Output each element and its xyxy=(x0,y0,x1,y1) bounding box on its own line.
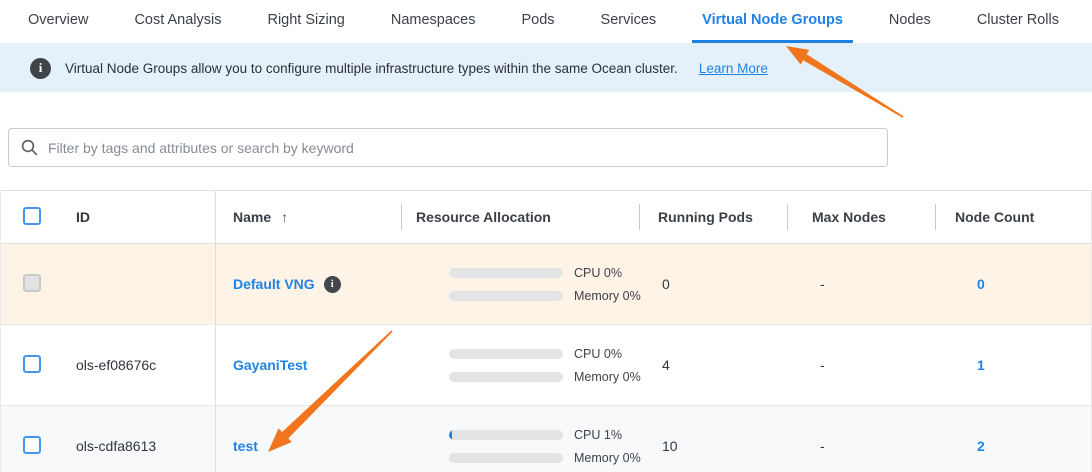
cpu-bar xyxy=(449,349,563,359)
column-header-running-pods[interactable]: Running Pods xyxy=(639,191,787,243)
sort-ascending-icon[interactable]: ↑ xyxy=(281,209,288,225)
max-nodes-value: - xyxy=(820,438,825,454)
tab-pods[interactable]: Pods xyxy=(511,0,564,43)
running-pods-value: 10 xyxy=(662,438,678,454)
column-header-id[interactable]: ID xyxy=(57,191,216,243)
learn-more-link[interactable]: Learn More xyxy=(699,61,768,76)
banner-text: Virtual Node Groups allow you to configu… xyxy=(65,61,678,76)
memory-label: Memory 0% xyxy=(574,451,641,465)
running-pods-value: 4 xyxy=(662,357,670,373)
node-count-link[interactable]: 2 xyxy=(977,438,985,454)
running-pods-value: 0 xyxy=(662,276,670,292)
select-all-checkbox[interactable] xyxy=(23,207,41,225)
search-box[interactable] xyxy=(8,128,888,167)
tab-bar: Overview Cost Analysis Right Sizing Namespa… xyxy=(0,0,1092,44)
row-checkbox xyxy=(23,274,41,292)
cpu-label: CPU 1% xyxy=(574,428,622,442)
table-header-row: ID Name ↑ Resource Allocation Running Po… xyxy=(1,191,1091,244)
column-header-max-nodes[interactable]: Max Nodes xyxy=(787,191,935,243)
table-row: Default VNG i CPU 0% Memory 0% 0 - 0 xyxy=(1,244,1091,325)
search-icon xyxy=(21,139,38,156)
column-header-node-count[interactable]: Node Count xyxy=(935,191,1091,243)
row-id: ols-ef08676c xyxy=(76,357,156,373)
tab-namespaces[interactable]: Namespaces xyxy=(381,0,486,43)
memory-bar xyxy=(449,453,563,463)
cpu-bar xyxy=(449,430,563,440)
column-header-resource-allocation[interactable]: Resource Allocation xyxy=(401,191,639,243)
tab-cost-analysis[interactable]: Cost Analysis xyxy=(124,0,231,43)
vng-table: ID Name ↑ Resource Allocation Running Po… xyxy=(0,190,1092,472)
tab-overview[interactable]: Overview xyxy=(18,0,98,43)
search-area xyxy=(0,92,1092,167)
row-name-link-default-vng[interactable]: Default VNG xyxy=(233,276,315,292)
info-icon: i xyxy=(30,58,51,79)
node-count-link[interactable]: 1 xyxy=(977,357,985,373)
resource-allocation: CPU 0% Memory 0% xyxy=(449,347,641,384)
cpu-label: CPU 0% xyxy=(574,347,622,361)
row-checkbox[interactable] xyxy=(23,355,41,373)
info-banner: i Virtual Node Groups allow you to confi… xyxy=(0,44,1092,92)
row-id: ols-cdfa8613 xyxy=(76,438,156,454)
memory-label: Memory 0% xyxy=(574,289,641,303)
tab-right-sizing[interactable]: Right Sizing xyxy=(257,0,354,43)
max-nodes-value: - xyxy=(820,276,825,292)
column-header-name[interactable]: Name ↑ xyxy=(216,209,401,225)
cpu-bar-fill xyxy=(449,430,452,440)
row-checkbox[interactable] xyxy=(23,436,41,454)
table-row: ols-cdfa8613 test CPU 1% Memory 0% 10 - xyxy=(1,406,1091,472)
table-row: ols-ef08676c GayaniTest CPU 0% Memory 0%… xyxy=(1,325,1091,406)
tab-virtual-node-groups[interactable]: Virtual Node Groups xyxy=(692,0,853,43)
resource-allocation: CPU 0% Memory 0% xyxy=(449,266,641,303)
row-name-link-gayanitest[interactable]: GayaniTest xyxy=(233,357,307,373)
memory-bar xyxy=(449,372,563,382)
max-nodes-value: - xyxy=(820,357,825,373)
info-icon[interactable]: i xyxy=(324,276,341,293)
node-count-link[interactable]: 0 xyxy=(977,276,985,292)
tab-services[interactable]: Services xyxy=(591,0,667,43)
resource-allocation: CPU 1% Memory 0% xyxy=(449,428,641,465)
cpu-bar xyxy=(449,268,563,278)
search-input[interactable] xyxy=(48,140,875,156)
tab-nodes[interactable]: Nodes xyxy=(879,0,941,43)
tab-cluster-rolls[interactable]: Cluster Rolls xyxy=(967,0,1069,43)
memory-label: Memory 0% xyxy=(574,370,641,384)
row-name-link-test[interactable]: test xyxy=(233,438,258,454)
vng-table-body: Default VNG i CPU 0% Memory 0% 0 - 0 xyxy=(1,244,1091,472)
memory-bar xyxy=(449,291,563,301)
cpu-label: CPU 0% xyxy=(574,266,622,280)
